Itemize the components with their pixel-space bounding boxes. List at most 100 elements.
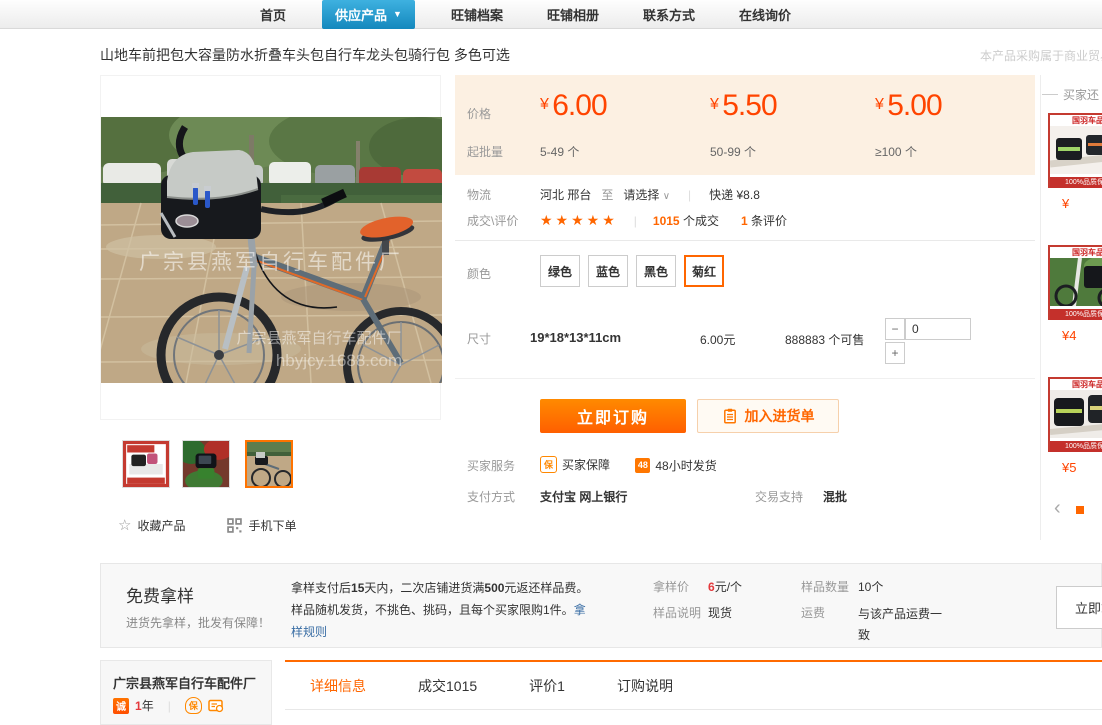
fast-ship-label: 48小时发货 [655,457,716,474]
nav-inquiry[interactable]: 在线询价 [717,5,813,24]
related-3-image [1050,390,1102,438]
nav-contact[interactable]: 联系方式 [621,5,717,24]
add-to-cart-label: 加入进货单 [745,406,815,426]
sample-description: 拿样支付后15天内，二次店铺进货满500元返还样品费。样品随机发货，不挑色、挑码… [291,577,596,643]
tier-3-qty: ≥100 个 [875,143,917,160]
nav-products-active[interactable]: 供应产品 ▼ [322,0,415,29]
favorite-label: 收藏产品 [137,517,185,534]
destination-select[interactable]: 请选择 ∨ [623,186,670,203]
favorite-product-button[interactable]: ☆ 收藏产品 [118,516,185,534]
related-product-2[interactable]: 国羽车品 100%品质保证 [1048,245,1102,320]
color-row: 颜色 绿色 蓝色 黑色 菊红 [455,253,1035,303]
thumbnail-2[interactable] [182,440,230,488]
sample-freight-label: 运费 [801,604,825,621]
sample-title: 免费拿样 [126,582,194,607]
guarantee-service[interactable]: 保 买家保障 [540,456,610,473]
payment-row: 支付方式 支付宝 网上银行 交易支持 混批 [455,488,1035,508]
nav-home[interactable]: 首页 [238,5,308,24]
add-to-cart-button[interactable]: 加入进货单 [697,399,839,433]
detail-tabbar: 详细信息 成交1015 评价1 订购说明 [285,660,1102,710]
select-caret-icon: ∨ [663,191,670,202]
size-row: 尺寸 19*18*13*11cm 6.00元 888883 个可售 − + [455,310,1035,372]
to-label: 至 [601,186,613,203]
free-sample-box: 免费拿样 进货先拿样，批发有保障！ 拿样支付后15天内，二次店铺进货满500元返… [100,563,1102,648]
chevron-down-icon: ▼ [393,10,402,19]
tab-detail-info[interactable]: 详细信息 [310,676,366,696]
destination-value: 请选择 [623,188,659,202]
rail-header-label: 买家还 [1063,86,1099,103]
thumbnail-1-image [123,441,169,487]
price-box: 价格 起批量 ¥ 6.00 5-49 个 ¥ 5.50 50-99 个 ¥ 5.… [455,75,1035,175]
divider: | [160,699,179,713]
clipboard-icon [722,408,738,424]
trade-support-value: 混批 [823,488,847,505]
related-2-banner: 100%品质保证 [1050,309,1102,320]
related-2-price: ¥4 [1062,328,1076,343]
buyer-services-row: 买家服务 保 买家保障 48 48小时发货 [455,457,1035,477]
payment-methods: 支付宝 网上银行 [540,488,627,505]
color-option-black[interactable]: 黑色 [636,255,676,287]
deal-count-suffix: 个成交 [683,214,719,228]
tab-order-notes[interactable]: 订购说明 [617,676,673,696]
mobile-order-button[interactable]: 手机下单 [227,517,296,534]
buyer-services-label: 买家服务 [467,457,515,474]
deal-count-link[interactable]: 1015 个成交 [653,212,719,229]
guarantee-label: 买家保障 [562,456,610,473]
tab-deals[interactable]: 成交1015 [418,676,477,696]
rail-header: 买家还 [1042,86,1102,103]
carousel-dot[interactable] [1076,506,1084,514]
sample-desc-bold: 15 [351,581,364,595]
seller-name[interactable]: 广宗县燕军自行车配件厂 [113,673,256,692]
nav-shop-archive[interactable]: 旺铺档案 [429,5,525,24]
mobile-order-label: 手机下单 [248,517,296,534]
review-count-suffix: 条评价 [751,214,787,228]
watermark-site: hbyjcy.1688.com [276,351,402,370]
tier-2-qty: 50-99 个 [710,143,756,160]
nav-products-label: 供应产品 [335,5,387,24]
seller-box: 广宗县燕军自行车配件厂 诚 1年 | 保 [100,660,272,725]
related-product-1[interactable]: 国羽车品 100%品质保证 [1048,113,1102,188]
thumbnail-1[interactable] [122,440,170,488]
get-sample-button[interactable]: 立即拿样 [1056,586,1102,629]
color-option-blue[interactable]: 蓝色 [588,255,628,287]
quantity-minus-button[interactable]: − [885,318,905,340]
sample-desc-text: 拿样支付后 [291,581,351,595]
related-3-brand: 国羽车品 [1050,379,1102,390]
order-now-button[interactable]: 立即订购 [540,399,686,433]
divider [455,378,1035,379]
product-photo: 广宗县燕军自行车配件厂 广宗县燕军自行车配件厂 hbyjcy.1688.com [101,117,442,383]
star-outline-icon: ☆ [118,516,131,534]
currency-symbol: ¥ [540,96,549,113]
express-fee: 快递 ¥8.8 [709,186,760,203]
size-value: 19*18*13*11cm [530,330,621,345]
nav-shop-album[interactable]: 旺铺相册 [525,5,621,24]
divider [455,240,1035,241]
quantity-input[interactable] [905,318,971,340]
size-label: 尺寸 [467,330,491,347]
related-product-3[interactable]: 国羽车品 100%品质保证 [1048,377,1102,452]
main-photo-box: 广宗县燕军自行车配件厂 广宗县燕军自行车配件厂 hbyjcy.1688.com [100,75,441,420]
color-option-green[interactable]: 绿色 [540,255,580,287]
sample-desc-value: 现货 [708,604,732,621]
fast-ship-service[interactable]: 48 48小时发货 [635,457,716,474]
guarantee-shield-icon: 保 [185,697,202,714]
sample-freight-value: 与该产品运费一致 [858,604,944,646]
review-count-link[interactable]: 1 条评价 [741,212,787,229]
qr-code-icon [227,518,242,533]
trade-note: 本产品采购属于商业贸易 [980,47,1102,64]
tier-2-price: 5.50 [722,89,776,122]
currency-symbol: ¥ [875,96,884,113]
deals-label: 成交\评价 [467,212,518,229]
quantity-plus-button[interactable]: + [885,342,905,364]
seller-years: 1 [135,699,142,713]
currency-symbol: ¥ [710,96,719,113]
sample-qty-label: 样品数量 [801,578,849,595]
thumbnail-3-selected[interactable] [245,440,293,488]
payment-label: 支付方式 [467,488,515,505]
related-1-brand: 国羽车品 [1050,115,1102,126]
tab-reviews[interactable]: 评价1 [529,676,565,696]
related-1-image [1050,126,1102,174]
carousel-prev-arrow[interactable]: ‹ [1054,497,1061,520]
color-option-red-selected[interactable]: 菊红 [684,255,724,287]
logistics-label: 物流 [467,186,491,203]
